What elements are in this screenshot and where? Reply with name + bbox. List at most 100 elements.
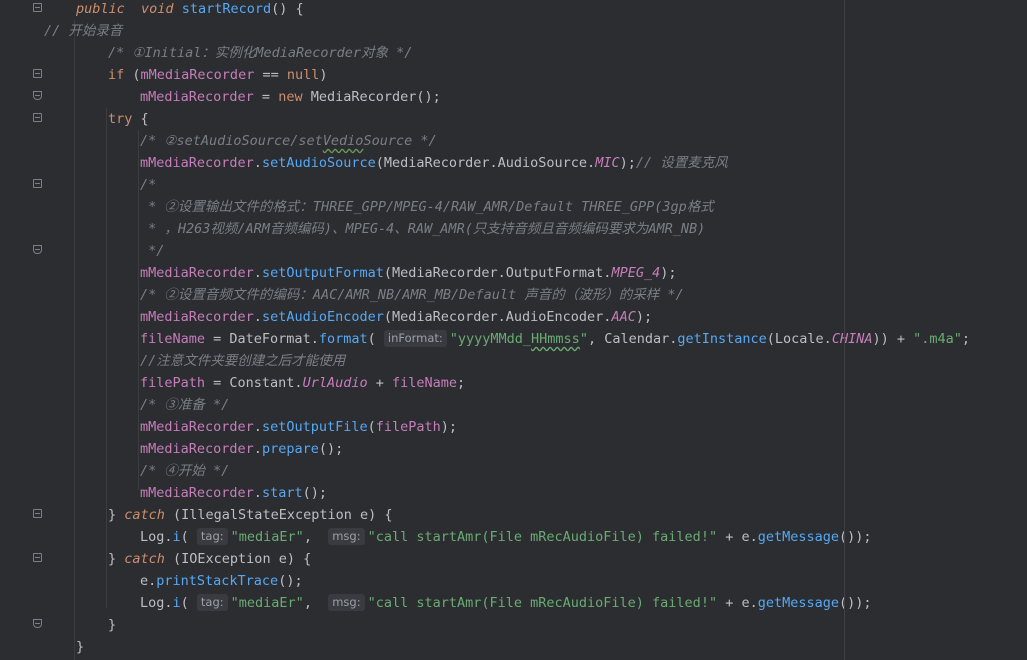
code-token: if [108, 67, 125, 83]
code-token: . [253, 265, 262, 281]
code-token: . [253, 485, 262, 501]
code-line[interactable]: /* [0, 174, 156, 196]
code-line[interactable]: * ，H263视频/ARM音频编码)、MPEG-4、RAW_AMR(只支持音频且… [0, 218, 705, 240]
code-token: start [261, 485, 303, 501]
code-token: */ [140, 243, 165, 259]
code-line[interactable]: */ [0, 240, 164, 262]
code-line[interactable]: } [0, 636, 84, 658]
code-line[interactable]: /* ①Initial：实例化MediaRecorder对象 */ [0, 42, 412, 64]
code-token: { [132, 111, 149, 127]
code-line[interactable]: } [0, 614, 116, 636]
code-line[interactable]: /* ②设置音频文件的编码：AAC/AMR_NB/AMR_MB/Default … [0, 284, 684, 306]
code-token: ); [660, 265, 677, 281]
code-token: mMediaRecorder [140, 419, 254, 435]
parameter-hint: inFormat: [383, 330, 447, 347]
code-token: (Locale. [766, 331, 832, 347]
fold-marker-icon[interactable] [33, 113, 42, 122]
code-token: /* [140, 177, 157, 193]
code-token: ( [180, 595, 197, 611]
code-token: fileName [392, 375, 458, 391]
code-token: filePath [375, 419, 441, 435]
code-line[interactable]: Log.i( tag: "mediaEr", msg: "call startAmr… [0, 592, 872, 614]
code-line[interactable]: Log.i( tag: "mediaEr", msg: "call startAmr… [0, 526, 872, 548]
fold-marker-icon[interactable] [33, 69, 42, 78]
code-token: (); [318, 441, 344, 457]
code-token: mMediaRecorder [140, 309, 254, 325]
fold-marker-icon[interactable] [33, 619, 42, 628]
code-token: ); [619, 155, 636, 171]
code-token: setOutputFormat [261, 265, 384, 281]
code-token: e [359, 507, 369, 523]
code-token: /* ②setAudioSource/set [140, 133, 323, 149]
code-editor[interactable]: public void startRecord() { // 开始录音 /* ①In… [0, 0, 1027, 660]
code-token: = Constant. [205, 375, 303, 391]
fold-marker-icon[interactable] [33, 179, 42, 188]
code-token: (); [302, 485, 327, 501]
right-margin-guide [844, 0, 845, 660]
code-line[interactable]: mMediaRecorder.setOutputFormat(MediaReco… [0, 262, 676, 284]
code-line[interactable]: } catch (IOException e) { [0, 548, 311, 570]
code-token: try [108, 111, 133, 127]
code-token: ); [635, 309, 653, 325]
fold-marker-icon[interactable] [33, 245, 42, 254]
code-line[interactable]: //注意文件夹要创建之后才能使用 [0, 350, 345, 372]
code-line[interactable]: /* ④开始 */ [0, 460, 229, 482]
code-token: Log. [140, 595, 173, 611]
code-token: + [367, 375, 392, 391]
code-token: /* ③准备 */ [140, 397, 230, 413]
code-token: . [253, 419, 262, 435]
code-line[interactable]: * ②设置输出文件的格式：THREE_GPP/MPEG-4/RAW_AMR/De… [0, 196, 714, 218]
code-token: e. [140, 573, 157, 589]
code-token: = DateFormat. [205, 331, 319, 347]
code-token: printStackTrace [156, 573, 279, 589]
code-token: mMediaRecorder [140, 265, 254, 281]
code-line[interactable]: fileName = DateFormat.format( inFormat: "… [0, 328, 970, 350]
code-line[interactable]: // 开始录音 [0, 20, 122, 42]
code-token: } [108, 617, 117, 633]
code-line[interactable]: mMediaRecorder.start(); [0, 482, 327, 504]
code-line[interactable]: mMediaRecorder.setOutputFile(filePath); [0, 416, 457, 438]
code-token: getMessage [757, 595, 839, 611]
code-token: ( [180, 529, 197, 545]
code-token: e [278, 551, 287, 567]
code-line[interactable]: mMediaRecorder.setAudioSource(MediaRecor… [0, 152, 728, 174]
code-token: ) [319, 67, 328, 83]
code-token: + e. [717, 529, 758, 545]
code-token: ( [367, 419, 376, 435]
code-line[interactable]: mMediaRecorder.prepare(); [0, 438, 343, 460]
code-token: UrlAudio [302, 375, 368, 391]
code-token: getMessage [757, 529, 839, 545]
code-token: , Calendar. [587, 331, 678, 347]
fold-marker-icon[interactable] [33, 91, 42, 100]
code-token: "mediaEr" [230, 595, 304, 611]
code-token: filePath [140, 375, 206, 391]
code-token: } [108, 507, 125, 523]
code-line[interactable]: /* ③准备 */ [0, 394, 229, 416]
code-line[interactable]: if (mMediaRecorder == null) [0, 64, 328, 86]
code-line[interactable]: filePath = Constant.UrlAudio + fileName; [0, 372, 465, 394]
code-token: "yyyyMMdd_ [449, 331, 532, 347]
code-line[interactable]: e.printStackTrace(); [0, 570, 303, 592]
code-token: ( [124, 67, 141, 83]
fold-marker-icon[interactable] [33, 509, 42, 518]
code-line[interactable]: /* ②setAudioSource/setVedioSource */ [0, 130, 437, 152]
code-line[interactable]: } catch (IllegalStateException e) { [0, 504, 393, 526]
fold-marker-icon[interactable] [33, 3, 42, 12]
fold-marker-icon[interactable] [33, 553, 42, 562]
code-line[interactable]: mMediaRecorder = new MediaRecorder(); [0, 86, 441, 108]
code-line[interactable]: mMediaRecorder.setAudioEncoder(MediaReco… [0, 306, 652, 328]
code-token: mMediaRecorder [140, 155, 254, 171]
code-token: // 开始录音 [44, 23, 123, 39]
code-token: Source */ [363, 133, 437, 149]
code-token: Vedio [322, 133, 364, 149]
code-token: fileName [140, 331, 206, 347]
code-token: setAudioSource [261, 155, 376, 171]
code-token: ( [367, 331, 384, 347]
parameter-hint: tag: [196, 528, 228, 545]
code-line[interactable]: try { [0, 108, 149, 130]
code-token: "mediaEr" [230, 529, 304, 545]
code-line[interactable]: public void startRecord() { [0, 0, 304, 20]
code-token: new [278, 89, 303, 105]
